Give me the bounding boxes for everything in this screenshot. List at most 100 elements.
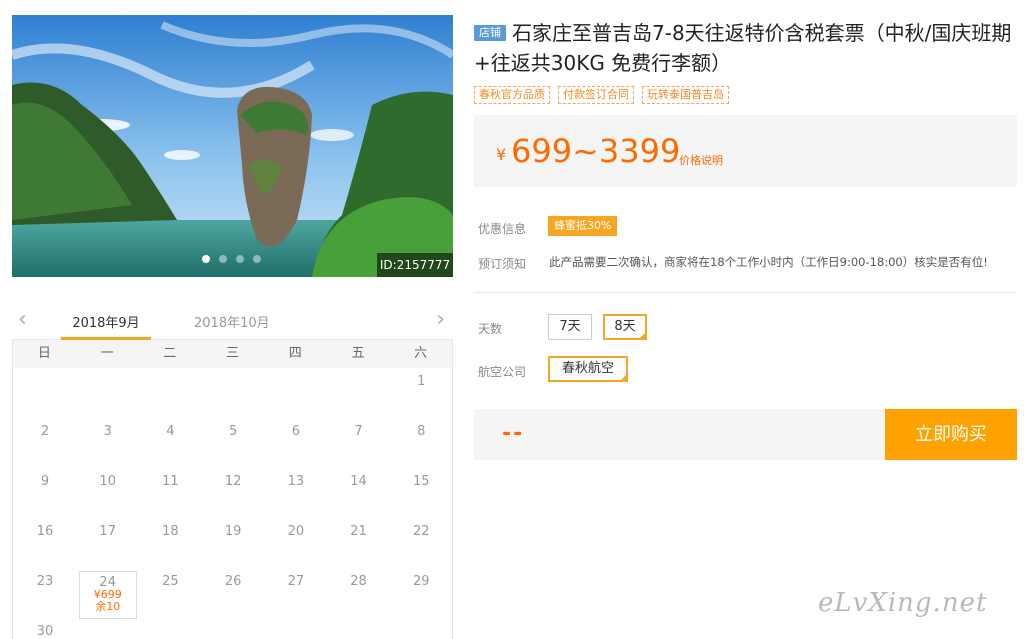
calendar-day-number: 5	[229, 424, 238, 439]
calendar-day-number: 19	[224, 524, 242, 539]
calendar-day: 20	[265, 518, 327, 568]
product-tag: 玩转泰国普吉岛	[642, 86, 729, 104]
calendar-day-number: 6	[291, 424, 300, 439]
calendar-day-number: 17	[99, 524, 116, 539]
calendar-day: 14	[328, 468, 390, 518]
calendar-day-number: 10	[99, 474, 116, 489]
airline-label: 航空公司	[478, 365, 527, 379]
calendar-day-number: 25	[162, 574, 179, 589]
product-title-block: 店铺 石家庄至普吉岛7-8天往返特价含税套票（中秋/国庆班期+往返共30KG 免费…	[474, 18, 1014, 78]
site-watermark: eLvXing.net	[818, 588, 988, 618]
calendar-day: 13	[265, 468, 327, 518]
airline-option-selected[interactable]: 春秋航空	[548, 356, 628, 382]
carousel-dot[interactable]	[236, 255, 244, 263]
calendar-day-available[interactable]: 24 ¥699 余10	[78, 571, 137, 619]
calendar-day: 2	[14, 418, 76, 468]
calendar-day: 8	[390, 418, 452, 468]
calendar-day: 17	[77, 518, 139, 568]
calendar-day-remaining: 余10	[95, 600, 121, 613]
calendar-day-number: 16	[36, 524, 54, 539]
calendar-day: 12	[202, 468, 264, 518]
calendar-day-number: 13	[287, 474, 305, 489]
notice-text: 此产品需要二次确认，商家将在18个工作小时内（工作日9:00-18:00）核实是…	[549, 255, 988, 269]
calendar-day: 5	[202, 418, 264, 468]
calendar-day: 30	[14, 618, 76, 639]
calendar-day-number: 1	[417, 374, 426, 389]
chevron-left-icon[interactable]: ‹	[18, 308, 27, 332]
carousel-dot[interactable]	[219, 255, 227, 263]
weekday-label: 日	[37, 346, 51, 361]
price-note-link[interactable]: 价格说明	[679, 152, 723, 168]
weekday-label: 一	[100, 346, 114, 361]
calendar-day: 26	[202, 568, 264, 618]
carousel-dot[interactable]	[253, 255, 261, 263]
calendar-day: 7	[328, 418, 390, 468]
carousel-dots	[202, 255, 261, 263]
calendar-day-number: 29	[413, 574, 430, 589]
chevron-right-icon[interactable]: ›	[436, 308, 445, 332]
buy-bar: -- 立即购买	[474, 409, 1017, 460]
calendar-day-number: 12	[224, 474, 242, 489]
calendar-day-number: 26	[224, 574, 242, 589]
calendar-day-number: 20	[287, 524, 305, 539]
product-hero-image[interactable]: ID:2157777	[12, 15, 453, 277]
notice-label: 预订须知	[478, 257, 527, 271]
buy-now-button[interactable]: 立即购买	[885, 409, 1017, 460]
calendar-day-number: 4	[166, 424, 175, 439]
days-option-8-selected[interactable]: 8天	[603, 314, 647, 340]
calendar-day: 4	[139, 418, 201, 468]
days-option-7[interactable]: 7天	[548, 314, 592, 340]
calendar-day-number: 11	[162, 474, 179, 489]
calendar-day-number: 30	[36, 624, 54, 639]
carousel-dot[interactable]	[202, 255, 210, 263]
calendar-day: 28	[328, 568, 390, 618]
calendar-day: 11	[139, 468, 201, 518]
calendar-month-nav: ‹ 2018年9月 2018年10月 ›	[12, 302, 453, 340]
calendar-day-number: 23	[36, 574, 54, 589]
image-id-label: ID:2157777	[377, 253, 453, 277]
calendar-day: 6	[265, 418, 327, 468]
total-price: --	[502, 421, 525, 446]
weekday-label: 三	[226, 346, 240, 361]
weekday-label: 五	[351, 346, 365, 361]
calendar-day-number: 28	[350, 574, 367, 589]
calendar-day-number: 24	[99, 575, 116, 590]
weekday-label: 二	[163, 346, 177, 361]
calendar-day: 27	[265, 568, 327, 618]
product-tag: 春秋官方品质	[474, 86, 550, 104]
price-currency: ¥	[496, 145, 507, 164]
promo-label: 优惠信息	[478, 222, 527, 236]
price-range: 699~3399	[511, 132, 681, 170]
calendar-day-number: 3	[103, 424, 112, 439]
calendar-day: 15	[390, 468, 452, 518]
calendar-day: 1	[390, 368, 452, 418]
calendar-day: 25	[139, 568, 201, 618]
island-landscape-image	[12, 15, 453, 277]
calendar-day-number: 8	[417, 424, 426, 439]
product-tag: 付款签订合同	[558, 86, 634, 104]
weekday-header: 日一二三四五六	[13, 340, 452, 368]
calendar-day-number: 2	[40, 424, 50, 439]
calendar-month-tab[interactable]: 2018年10月	[194, 312, 270, 331]
calendar-day-number: 7	[354, 424, 363, 439]
calendar-day: 16	[14, 518, 76, 568]
calendar-day: 18	[139, 518, 201, 568]
shop-tag[interactable]: 店铺	[474, 25, 506, 41]
calendar-day-number: 22	[413, 524, 430, 539]
calendar-day: 19	[202, 518, 264, 568]
calendar-day-number: 18	[162, 524, 179, 539]
calendar-day-number: 9	[40, 474, 50, 489]
days-label: 天数	[478, 322, 503, 336]
calendar-month-tab-active[interactable]: 2018年9月	[62, 312, 150, 331]
calendar-day-number: 14	[350, 474, 367, 489]
calendar-day-number: 15	[413, 474, 430, 489]
price-box: ¥ 699~3399 价格说明	[474, 115, 1017, 187]
divider	[474, 292, 1017, 293]
calendar-day: 9	[14, 468, 76, 518]
calendar-day: 29	[390, 568, 452, 618]
promo-badge[interactable]: 蜂蜜抵30%	[548, 216, 618, 236]
product-title: 石家庄至普吉岛7-8天往返特价含税套票（中秋/国庆班期+往返共30KG 免费行李…	[474, 21, 1012, 75]
calendar-day: 10	[77, 468, 139, 518]
calendar-day: 21	[328, 518, 390, 568]
weekday-label: 四	[288, 346, 302, 361]
